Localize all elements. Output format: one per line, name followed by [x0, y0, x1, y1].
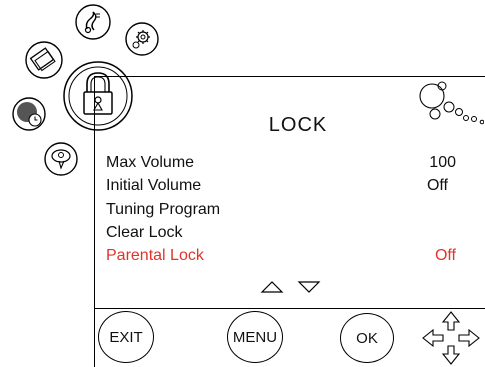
- menu-item-label: Tuning Program: [106, 201, 221, 218]
- menu-item-value: 100: [429, 154, 456, 171]
- menu-item-parental-lock[interactable]: Parental Lock Off: [106, 245, 456, 267]
- page-title: LOCK: [268, 114, 328, 136]
- menu-item-clear-lock[interactable]: Clear Lock: [106, 222, 456, 244]
- music-icon[interactable]: [74, 3, 112, 41]
- arrow-pad-icon[interactable]: [419, 310, 483, 366]
- panel-divider: [94, 308, 485, 309]
- menu-item-label: Clear Lock: [106, 224, 183, 241]
- ok-button[interactable]: OK: [340, 313, 394, 363]
- exit-button[interactable]: EXIT: [98, 311, 154, 363]
- menu-item-value: Off: [434, 247, 456, 264]
- scroll-down-icon[interactable]: [297, 280, 321, 294]
- menu-item-initial-volume[interactable]: Initial Volume Off: [106, 175, 456, 197]
- scroll-up-icon[interactable]: [260, 280, 284, 294]
- menu-item-label: Parental Lock: [106, 247, 204, 264]
- menu-item-tuning-program[interactable]: Tuning Program: [106, 199, 456, 221]
- menu-item-label: Initial Volume: [106, 177, 202, 194]
- menu-button[interactable]: MENU: [227, 311, 283, 363]
- menu-item-value: Off: [426, 177, 448, 194]
- display-icon[interactable]: [24, 40, 64, 80]
- gear-icon[interactable]: [124, 21, 160, 57]
- bubbles-icon: [419, 81, 484, 125]
- clock-icon[interactable]: [11, 96, 47, 132]
- menu-item-max-volume[interactable]: Max Volume 100: [106, 152, 456, 174]
- chat-icon[interactable]: [43, 141, 79, 177]
- menu-item-label: Max Volume: [106, 154, 195, 171]
